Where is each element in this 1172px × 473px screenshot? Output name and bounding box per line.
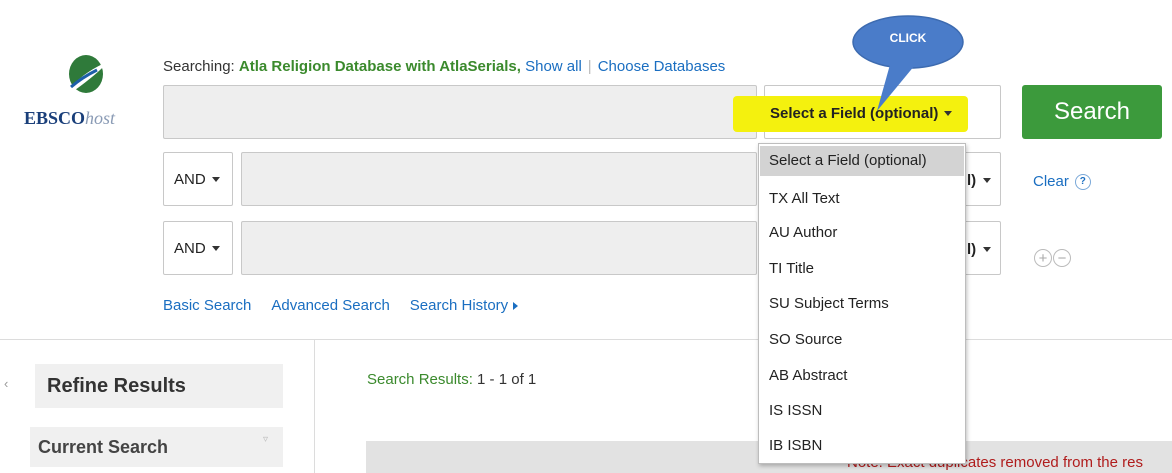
clear-link[interactable]: Clear? <box>1033 173 1091 190</box>
field-option-selected[interactable]: Select a Field (optional) <box>760 146 964 176</box>
field-select-row2-tail[interactable]: l) <box>967 172 992 189</box>
field-dropdown-menu: Select a Field (optional) TX All Text AU… <box>758 143 966 464</box>
search-input-row3[interactable] <box>241 221 757 275</box>
refine-results-title: Refine Results <box>47 375 186 397</box>
show-all-link[interactable]: Show all <box>525 58 582 75</box>
field-option-is[interactable]: IS ISSN <box>760 393 964 429</box>
callout-text: CLICK <box>889 31 927 45</box>
chevron-down-icon <box>983 247 992 252</box>
collapse-sidebar-icon[interactable]: ‹ <box>4 376 8 391</box>
operator-select-row2[interactable]: AND <box>163 152 233 206</box>
ebsco-logo-text: EBSCOhost <box>24 108 116 128</box>
chevron-right-icon <box>513 302 519 310</box>
search-results-summary: Search Results: 1 - 1 of 1 <box>367 371 537 388</box>
field-option-ti[interactable]: TI Title <box>760 251 964 287</box>
chevron-down-icon <box>983 178 992 183</box>
field-option-ib[interactable]: IB ISBN <box>760 428 964 464</box>
field-option-su[interactable]: SU Subject Terms <box>760 286 964 322</box>
remove-row-icon[interactable]: − <box>1053 249 1071 267</box>
searching-line: Searching: Atla Religion Database with A… <box>163 58 726 75</box>
basic-search-link[interactable]: Basic Search <box>163 297 251 314</box>
help-icon[interactable]: ? <box>1074 173 1091 190</box>
search-mode-links: Basic Search Advanced Search Search Hist… <box>163 297 519 314</box>
field-option-so[interactable]: SO Source <box>760 322 964 358</box>
current-search-title[interactable]: Current Search <box>38 437 168 458</box>
searching-prefix: Searching: <box>163 58 239 75</box>
field-option-ab[interactable]: AB Abstract <box>760 358 964 394</box>
field-option-au[interactable]: AU Author <box>760 215 964 251</box>
divider <box>0 339 1172 340</box>
choose-databases-link[interactable]: Choose Databases <box>598 58 726 75</box>
database-name: Atla Religion Database with AtlaSerials, <box>238 58 521 75</box>
search-button[interactable]: Search <box>1022 85 1162 139</box>
field-option-tx[interactable]: TX All Text <box>760 181 964 217</box>
sidebar-divider <box>314 340 315 473</box>
search-input-main[interactable] <box>163 85 757 139</box>
chevron-down-icon[interactable]: ▿ <box>263 434 268 445</box>
advanced-search-link[interactable]: Advanced Search <box>271 297 389 314</box>
ebsco-logo-icon <box>69 55 109 93</box>
add-row-icon[interactable]: + <box>1034 249 1052 267</box>
search-input-row2[interactable] <box>241 152 757 206</box>
field-select-row3-tail[interactable]: l) <box>967 241 992 258</box>
chevron-down-icon <box>211 176 220 182</box>
operator-select-row3[interactable]: AND <box>163 221 233 275</box>
click-callout <box>852 15 964 111</box>
chevron-down-icon <box>211 245 220 251</box>
search-history-link[interactable]: Search History <box>410 297 519 314</box>
